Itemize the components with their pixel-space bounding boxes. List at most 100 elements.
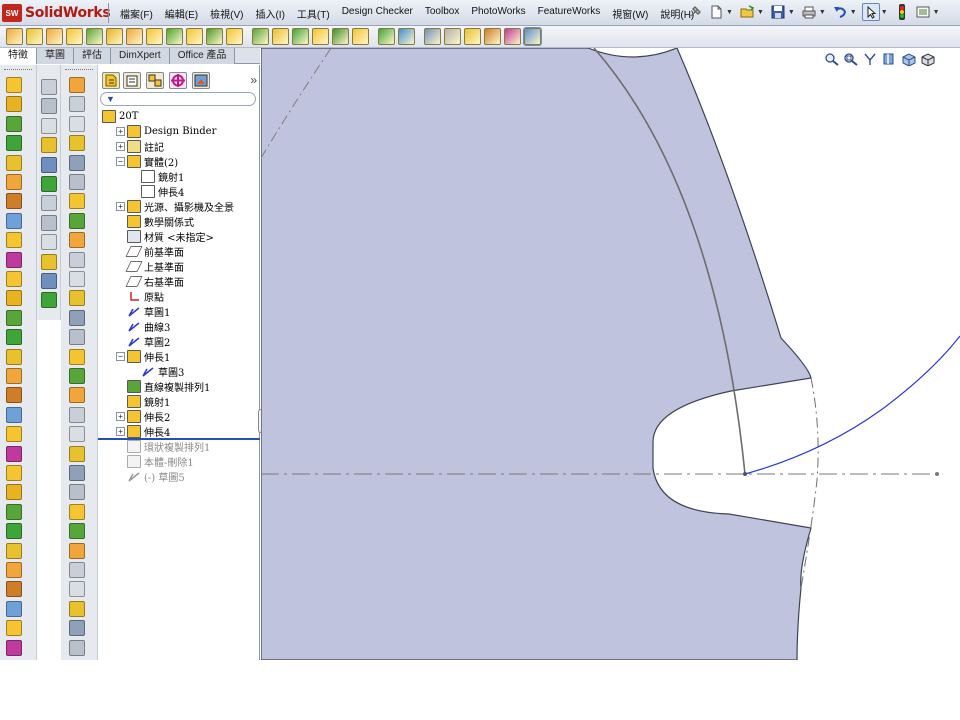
mirror-icon[interactable] [352, 28, 369, 45]
chamfer-icon[interactable] [206, 28, 223, 45]
surface-feature-icon[interactable] [6, 174, 22, 190]
measure-icon[interactable] [69, 329, 85, 346]
evaluate-icon[interactable] [69, 271, 85, 287]
instant3d-icon[interactable] [444, 28, 461, 45]
curves-icon[interactable] [398, 28, 415, 45]
menu-item[interactable]: 工具(T) [291, 6, 336, 21]
pattern-feature-icon[interactable] [6, 348, 22, 365]
dimension-icon[interactable] [69, 212, 85, 229]
sketch-entity-icon[interactable] [41, 234, 57, 251]
pattern-feature-icon[interactable] [6, 232, 22, 249]
boss-feature-icon[interactable] [6, 426, 22, 443]
pattern-feature-icon[interactable] [6, 581, 22, 598]
menu-item[interactable]: FeatureWorks [532, 6, 607, 21]
app-logo[interactable]: SW SolidWorks [2, 3, 111, 23]
extruded-cut-icon[interactable] [86, 28, 103, 45]
reference-geometry-icon[interactable] [378, 28, 395, 45]
tool-icon[interactable] [69, 77, 85, 93]
tab[interactable]: 評估 [74, 48, 111, 64]
zoom-to-fit-icon[interactable] [824, 52, 840, 66]
sketch-entity-icon[interactable] [41, 79, 57, 95]
dimension-icon[interactable] [69, 368, 85, 384]
fillet-icon[interactable] [186, 28, 203, 45]
feature-tree-node[interactable]: 曲線3 [116, 319, 170, 334]
save-icon[interactable] [769, 3, 787, 21]
expand-icon[interactable]: + [116, 127, 125, 136]
reference-geometry-icon[interactable] [6, 368, 22, 384]
print-icon[interactable] [800, 3, 818, 21]
rollback-bar[interactable] [98, 438, 260, 440]
tool-icon[interactable] [69, 154, 85, 171]
boss-feature-icon[interactable] [6, 193, 22, 210]
chevron-down-icon[interactable]: ▼ [726, 9, 733, 16]
chevron-down-icon[interactable]: ▼ [933, 9, 940, 16]
evaluate-icon[interactable] [69, 348, 85, 365]
evaluate-icon[interactable] [69, 503, 85, 520]
chevron-down-icon[interactable]: ▼ [881, 9, 888, 16]
split-line-icon[interactable] [424, 28, 441, 45]
curve-feature-icon[interactable] [6, 387, 22, 404]
measure-icon[interactable] [69, 639, 85, 656]
cut-feature-icon[interactable] [6, 445, 22, 462]
move-face-icon[interactable] [464, 28, 481, 45]
evaluate-icon[interactable] [69, 115, 85, 132]
rebuild-icon[interactable] [893, 3, 911, 21]
sketch-entity-icon[interactable] [41, 156, 57, 173]
revolved-cut-icon[interactable] [126, 28, 143, 45]
feature-tree-node[interactable]: 伸長4 [130, 184, 184, 199]
feature-tree-filter-input[interactable]: ▼ [100, 92, 256, 106]
reference-geometry-icon[interactable] [6, 600, 22, 617]
draft-icon[interactable] [272, 28, 289, 45]
revolved-boss-icon[interactable] [26, 28, 43, 45]
menu-item[interactable]: 檢視(V) [204, 6, 249, 21]
tool-icon[interactable] [69, 542, 85, 559]
sketch-tool-icon[interactable] [41, 292, 57, 309]
cut-feature-icon[interactable] [6, 329, 22, 346]
intersect-icon[interactable] [504, 28, 521, 45]
feature-tree-node[interactable]: 材質 <未指定> [116, 229, 214, 244]
sketch-tool-icon[interactable] [41, 98, 57, 115]
boss-feature-icon[interactable] [6, 77, 22, 93]
tab[interactable]: 特徵 [0, 48, 37, 64]
feature-tree-node[interactable]: 原點 [116, 289, 164, 304]
graphics-area[interactable] [261, 48, 960, 660]
section-view-icon[interactable] [881, 52, 897, 66]
curve-feature-icon[interactable] [6, 620, 22, 637]
menu-item[interactable]: Design Checker [336, 6, 419, 21]
curve-feature-icon[interactable] [6, 154, 22, 171]
feature-tree-node[interactable]: + 伸長4 [116, 424, 170, 439]
lofted-cut-icon[interactable] [166, 28, 183, 45]
swept-cut-icon[interactable] [146, 28, 163, 45]
evaluate-icon[interactable] [69, 193, 85, 210]
sketch-entity-icon[interactable] [41, 117, 57, 134]
cut-feature-icon[interactable] [6, 96, 22, 113]
cut-feature-icon[interactable] [6, 562, 22, 578]
reference-geometry-icon[interactable] [6, 251, 22, 268]
tool-icon[interactable] [69, 620, 85, 637]
dimension-icon[interactable] [69, 135, 85, 152]
feature-tree-node[interactable]: − 伸長1 [116, 349, 170, 364]
tool-icon[interactable] [69, 309, 85, 326]
feature-tree-tab-icon[interactable] [102, 72, 120, 89]
previous-view-icon[interactable] [862, 52, 878, 66]
tab[interactable]: 草圖 [37, 48, 74, 64]
feature-tree-node[interactable]: + Design Binder [116, 124, 216, 139]
menu-item[interactable]: 檔案(F) [114, 6, 159, 21]
dimension-icon[interactable] [69, 523, 85, 540]
configuration-manager-tab-icon[interactable] [146, 72, 164, 89]
display-manager-tab-icon[interactable] [192, 72, 210, 89]
new-document-icon[interactable] [707, 3, 725, 21]
menu-item[interactable]: 編輯(E) [159, 6, 204, 21]
property-manager-tab-icon[interactable] [123, 72, 141, 89]
feature-tree-node[interactable]: + 光源、攝影機及全景 [116, 199, 234, 214]
feature-tree-node[interactable]: + 伸長2 [116, 409, 170, 424]
boss-feature-icon[interactable] [6, 542, 22, 559]
zoom-to-area-icon[interactable] [843, 52, 859, 66]
dome-icon[interactable] [292, 28, 309, 45]
feature-tree-node[interactable]: 鏡射1 [130, 169, 184, 184]
measure-icon[interactable] [69, 562, 85, 578]
expand-icon[interactable]: + [116, 202, 125, 211]
sketch-tool-icon[interactable] [41, 253, 57, 270]
dimension-icon[interactable] [69, 445, 85, 462]
measure-icon[interactable] [69, 251, 85, 268]
